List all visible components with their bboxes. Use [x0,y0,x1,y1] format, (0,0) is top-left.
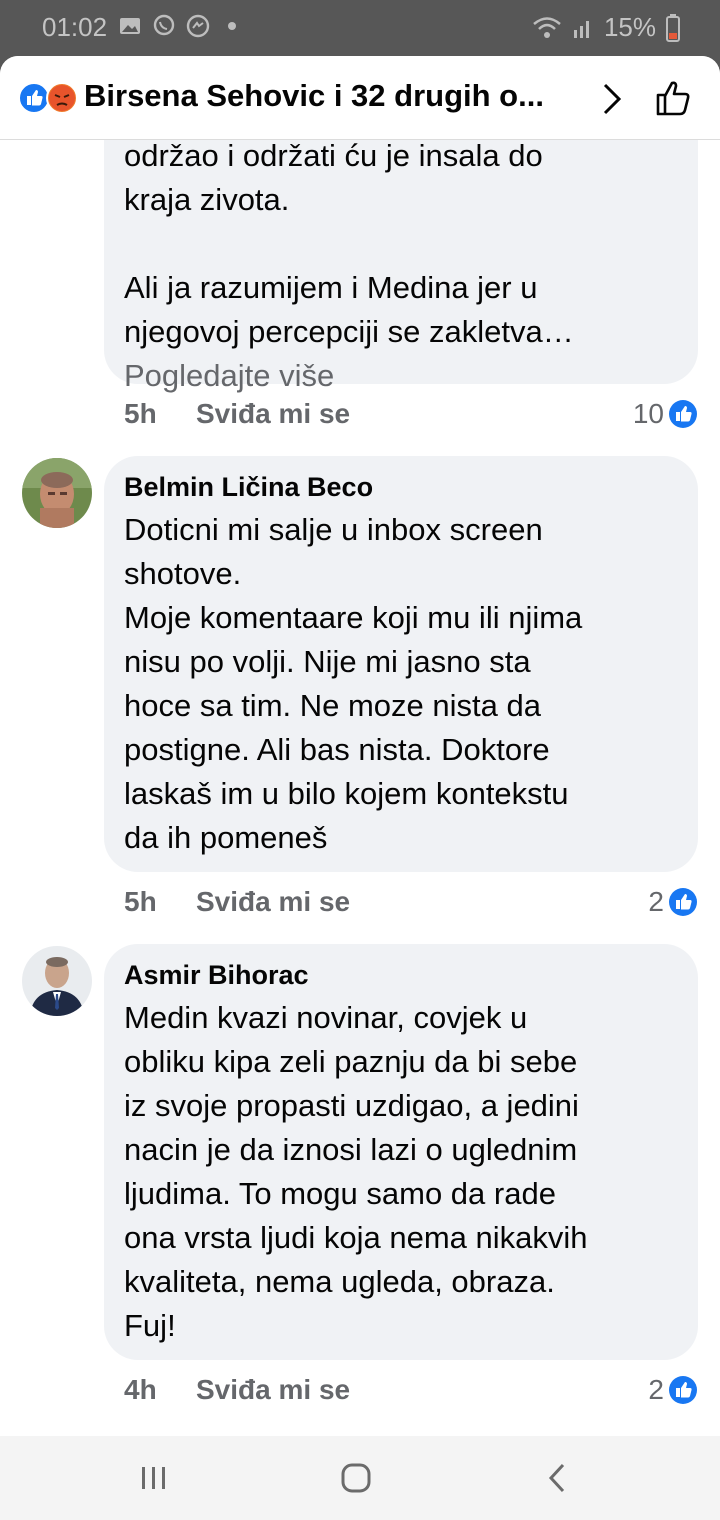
back-icon[interactable] [538,1458,578,1498]
avatar[interactable] [22,946,92,1016]
comment-text-partial: održao i održati ću je insala do [124,138,543,173]
wifi-icon [533,16,561,38]
comment-text: Medin kvazi novinar, covjek u obliku kip… [124,1000,588,1343]
battery-percent: 15% [603,12,656,42]
comment-time: 5h [124,886,157,917]
comment-time: 5h [124,398,157,429]
comment-text: kraja zivota. Ali ja razumijem i Medina … [124,182,574,349]
comments-sheet: Birsena Sehovic i 32 drugih o... održao … [0,56,720,1436]
image-icon [120,18,140,34]
status-time: 01:02 [42,12,108,42]
viber-icon [153,14,175,36]
signal-icon [573,20,589,38]
angry-icon [46,82,78,114]
like-button[interactable]: Sviđa mi se [196,398,350,430]
see-more-link[interactable]: Pogledajte više [124,354,678,398]
comment-actions: 4h Sviđa mi se [124,1370,350,1410]
system-nav-bar [0,1436,720,1520]
chevron-right-icon[interactable] [600,82,624,116]
commenter-name[interactable]: Asmir Bihorac [124,958,678,992]
like-count-number: 2 [648,886,664,917]
like-button[interactable]: Sviđa mi se [196,1374,350,1406]
like-count[interactable]: 2 [648,884,698,920]
avatar-photo [22,946,92,1016]
recent-apps-icon[interactable] [134,1458,174,1498]
messenger-icon [186,14,210,38]
reactions-header[interactable]: Birsena Sehovic i 32 drugih o... [0,56,720,140]
comment-actions: 5h Sviđa mi se [124,394,350,434]
dot-icon [228,22,236,30]
comment-bubble: Belmin Ličina Beco Doticni mi salje u in… [104,456,698,872]
like-icon [669,888,697,916]
like-icon [18,82,50,114]
like-icon [669,400,697,428]
comment-time: 4h [124,1374,157,1405]
like-count-number: 2 [648,1374,664,1405]
comment-text: Doticni mi salje u inbox screen shotove.… [124,512,583,855]
like-count-number: 10 [632,398,664,429]
battery-icon [666,13,680,42]
avatar-photo [22,458,92,528]
home-icon[interactable] [336,1458,376,1498]
comment-bubble: Asmir Bihorac Medin kvazi novinar, covje… [104,944,698,1360]
like-icon [669,1376,697,1404]
avatar[interactable] [22,458,92,528]
header-title[interactable]: Birsena Sehovic i 32 drugih o... [84,78,584,114]
like-count[interactable]: 2 [648,1372,698,1408]
reaction-icons [18,82,78,114]
commenter-name[interactable]: Belmin Ličina Beco [124,470,678,504]
like-count[interactable]: 10 [633,396,698,432]
like-button[interactable]: Sviđa mi se [196,886,350,918]
comment-actions: 5h Sviđa mi se [124,882,350,922]
like-thumb-icon[interactable] [654,78,694,118]
status-bar: 01:02 15% [0,0,720,56]
